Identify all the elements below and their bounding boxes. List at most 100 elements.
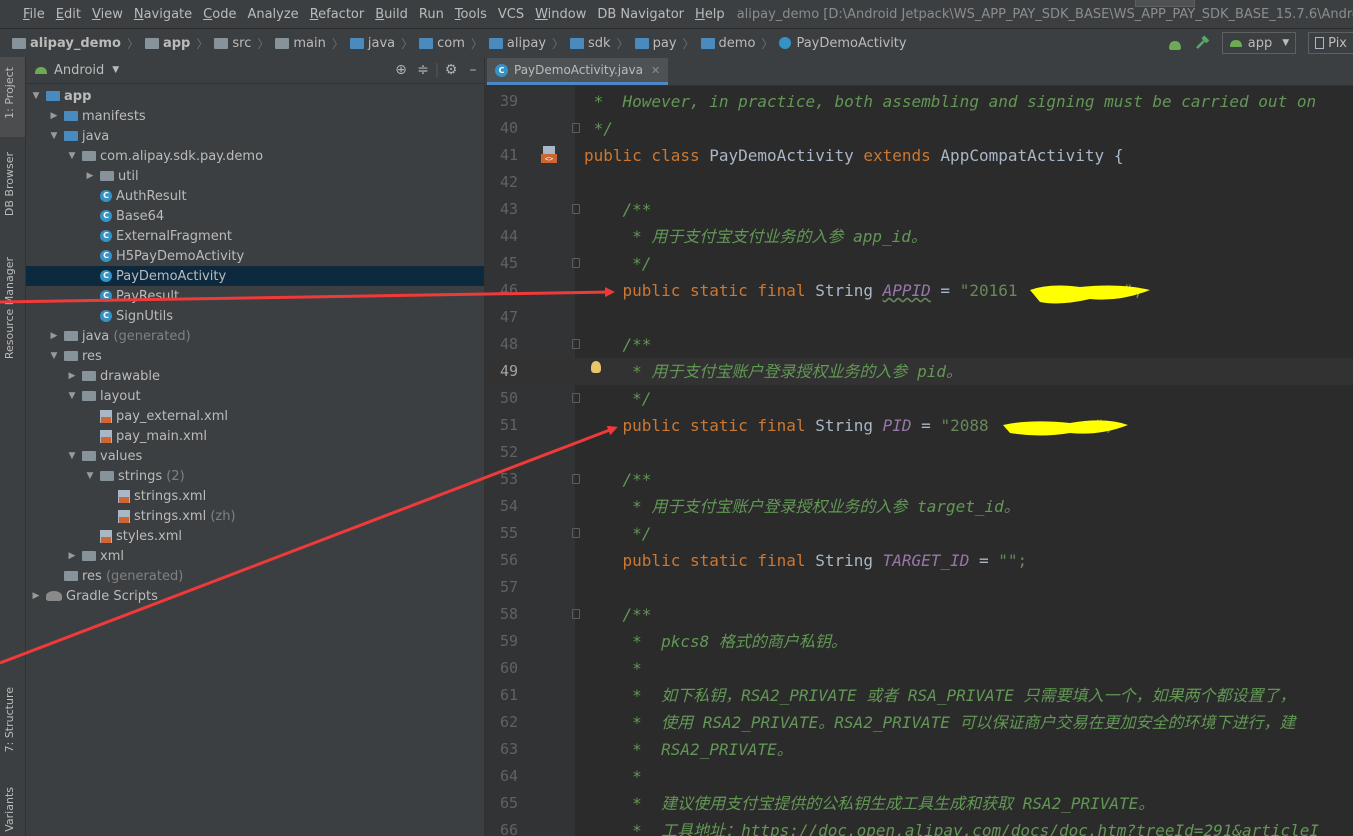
code-line[interactable]: 52 — [485, 439, 1353, 466]
menu-item[interactable]: VCS — [493, 7, 530, 22]
code-line[interactable]: 54 * 用于支付宝账户登录授权业务的入参 target_id。 — [485, 493, 1353, 520]
tree-item[interactable]: ▶strings.xml — [26, 486, 484, 506]
menu-item[interactable]: Build — [370, 7, 414, 22]
editor-tab[interactable]: C PayDemoActivity.java ✕ — [487, 58, 669, 85]
breadcrumb-item[interactable]: alipay_demo 〉 — [6, 35, 139, 52]
code-line[interactable]: 62 * 使用 RSA2_PRIVATE。RSA2_PRIVATE 可以保证商户… — [485, 709, 1353, 736]
device-select[interactable]: Pix — [1308, 32, 1353, 54]
breadcrumb-item[interactable]: pay 〉 — [629, 35, 695, 52]
menu-item[interactable]: Run — [414, 7, 450, 22]
tree-item[interactable]: ▶strings.xml (zh) — [26, 506, 484, 526]
collapse-all-icon[interactable]: ≑ — [412, 62, 434, 78]
code-line[interactable]: 51 public static final String PID = "208… — [485, 412, 1353, 439]
expand-arrow-icon[interactable]: ▼ — [66, 151, 78, 161]
tree-item[interactable]: ▶CPayResult — [26, 286, 484, 306]
collapse-arrow-icon[interactable]: ▶ — [66, 371, 78, 381]
locate-target-icon[interactable]: ⊕ — [390, 62, 412, 78]
tree-item[interactable]: ▶CPayDemoActivity — [26, 266, 484, 286]
tree-item[interactable]: ▶res (generated) — [26, 566, 484, 586]
breadcrumb-item[interactable]: PayDemoActivity — [773, 36, 907, 51]
menu-item[interactable]: Tools — [450, 7, 493, 22]
menu-item[interactable]: Code — [198, 7, 242, 22]
code-line[interactable]: 42 — [485, 169, 1353, 196]
tree-item[interactable]: ▼ com.alipay.sdk.pay.demo — [26, 146, 484, 166]
tree-item[interactable]: ▶styles.xml — [26, 526, 484, 546]
code-line[interactable]: 57 — [485, 574, 1353, 601]
code-line[interactable]: 60 * — [485, 655, 1353, 682]
code-area[interactable]: 39 * However, in practice, both assembli… — [485, 86, 1353, 836]
fold-marker-icon[interactable] — [572, 609, 580, 619]
code-line[interactable]: 58 /** — [485, 601, 1353, 628]
fold-marker-icon[interactable] — [572, 393, 580, 403]
expand-arrow-icon[interactable]: ▼ — [66, 451, 78, 461]
tree-item[interactable]: ▶ util — [26, 166, 484, 186]
menu-item[interactable]: Edit — [51, 7, 87, 22]
breadcrumb-item[interactable]: alipay 〉 — [483, 35, 564, 52]
code-line[interactable]: 65 * 建议使用支付宝提供的公私钥生成工具生成和获取 RSA2_PRIVATE… — [485, 790, 1353, 817]
close-icon[interactable]: ✕ — [651, 64, 660, 77]
menu-item[interactable]: Navigate — [129, 7, 198, 22]
db-browser-tab[interactable]: DB Browser — [3, 152, 16, 216]
gear-icon[interactable]: ⚙ — [440, 62, 462, 78]
project-view-select[interactable]: Android — [54, 63, 104, 78]
menu-item[interactable]: Analyze — [242, 7, 304, 22]
tree-item[interactable]: ▼ res — [26, 346, 484, 366]
code-line[interactable]: 43 /** — [485, 196, 1353, 223]
tree-item[interactable]: ▶CH5PayDemoActivity — [26, 246, 484, 266]
tree-item[interactable]: ▶pay_external.xml — [26, 406, 484, 426]
expand-arrow-icon[interactable]: ▼ — [48, 131, 60, 141]
android-run-icon[interactable] — [1166, 35, 1184, 51]
code-line[interactable]: 49 * 用于支付宝账户登录授权业务的入参 pid。 — [485, 358, 1353, 385]
fold-marker-icon[interactable] — [572, 474, 580, 484]
breadcrumb-item[interactable]: com 〉 — [413, 35, 483, 52]
code-line[interactable]: 56 public static final String TARGET_ID … — [485, 547, 1353, 574]
fold-marker-icon[interactable] — [572, 528, 580, 538]
menu-item[interactable]: View — [87, 7, 129, 22]
build-hammer-icon[interactable] — [1194, 35, 1210, 51]
structure-tab[interactable]: 7: Structure — [3, 687, 16, 752]
tree-item[interactable]: ▶ drawable — [26, 366, 484, 386]
code-line[interactable]: 63 * RSA2_PRIVATE。 — [485, 736, 1353, 763]
layout-file-gutter-icon[interactable]: <> — [539, 145, 559, 165]
code-line[interactable]: 41 <> public class PayDemoActivity extends… — [485, 142, 1353, 169]
tree-item[interactable]: ▶ Gradle Scripts — [26, 586, 484, 606]
collapse-arrow-icon[interactable]: ▶ — [48, 331, 60, 341]
code-line[interactable]: 44 * 用于支付宝支付业务的入参 app_id。 — [485, 223, 1353, 250]
tree-item[interactable]: ▼ app — [26, 86, 484, 106]
fold-marker-icon[interactable] — [572, 204, 580, 214]
code-line[interactable]: 45 */ — [485, 250, 1353, 277]
code-line[interactable]: 39 * However, in practice, both assembli… — [485, 88, 1353, 115]
tree-item[interactable]: ▶CExternalFragment — [26, 226, 484, 246]
breadcrumb-item[interactable]: java 〉 — [344, 35, 413, 52]
tree-item[interactable]: ▼ java — [26, 126, 484, 146]
tree-item[interactable]: ▼ strings (2) — [26, 466, 484, 486]
menu-item[interactable]: Refactor — [305, 7, 371, 22]
breadcrumb-item[interactable]: demo 〉 — [695, 35, 773, 52]
chevron-down-icon[interactable]: ▼ — [112, 65, 119, 75]
tree-item[interactable]: ▶CBase64 — [26, 206, 484, 226]
expand-arrow-icon[interactable]: ▼ — [48, 351, 60, 361]
fold-marker-icon[interactable] — [572, 339, 580, 349]
tree-item[interactable]: ▼ values — [26, 446, 484, 466]
tree-item[interactable]: ▶ xml — [26, 546, 484, 566]
expand-arrow-icon[interactable]: ▼ — [84, 471, 96, 481]
tree-item[interactable]: ▼ layout — [26, 386, 484, 406]
build-variants-tab[interactable]: Variants — [3, 787, 16, 832]
tree-item[interactable]: ▶ manifests — [26, 106, 484, 126]
run-configuration-select[interactable]: app ▼ — [1221, 32, 1297, 54]
fold-marker-icon[interactable] — [572, 258, 580, 268]
breadcrumb-item[interactable]: sdk 〉 — [564, 35, 629, 52]
menu-item[interactable]: DB Navigator — [592, 7, 690, 22]
tree-item[interactable]: ▶ java (generated) — [26, 326, 484, 346]
menu-item[interactable]: Help — [690, 7, 731, 22]
breadcrumb-item[interactable]: src 〉 — [208, 35, 269, 52]
tree-item[interactable]: ▶pay_main.xml — [26, 426, 484, 446]
menu-item[interactable]: File — [18, 7, 51, 22]
collapse-arrow-icon[interactable]: ▶ — [84, 171, 96, 181]
code-line[interactable]: 64 * — [485, 763, 1353, 790]
breadcrumb-item[interactable]: main 〉 — [269, 35, 344, 52]
hide-panel-icon[interactable]: – — [462, 62, 484, 78]
expand-arrow-icon[interactable]: ▼ — [30, 91, 42, 101]
code-line[interactable]: 40 */ — [485, 115, 1353, 142]
tree-item[interactable]: ▶CAuthResult — [26, 186, 484, 206]
